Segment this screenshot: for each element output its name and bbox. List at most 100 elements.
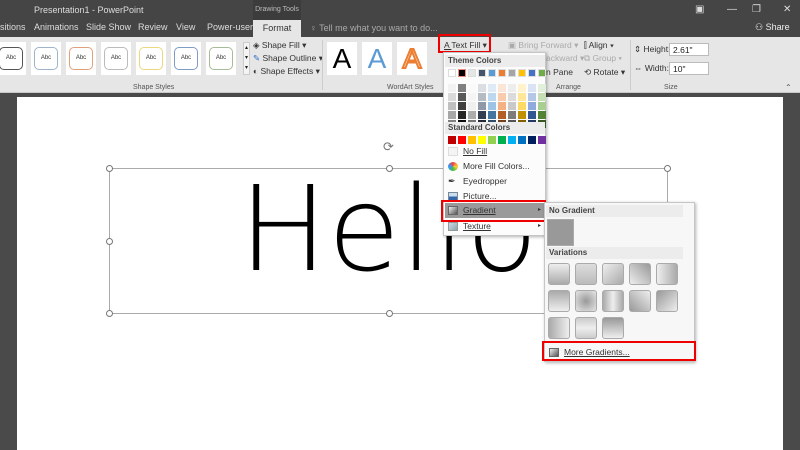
wordart-style-orange[interactable]: A xyxy=(397,42,427,75)
theme-color-swatch[interactable] xyxy=(468,69,476,77)
theme-color-swatch[interactable] xyxy=(518,69,526,77)
theme-color-swatch[interactable] xyxy=(528,84,536,92)
standard-color-swatch[interactable] xyxy=(468,136,476,144)
theme-color-swatch[interactable] xyxy=(528,111,536,119)
shape-style-thumb[interactable]: Abc xyxy=(101,42,131,75)
height-input[interactable]: 2.61" xyxy=(669,43,709,56)
gradient-variation-swatch[interactable] xyxy=(656,290,678,312)
theme-color-swatch[interactable] xyxy=(468,93,476,101)
close-icon[interactable]: ✕ xyxy=(783,4,791,15)
theme-color-swatch[interactable] xyxy=(478,111,486,119)
theme-color-swatch[interactable] xyxy=(508,111,516,119)
collapse-ribbon-icon[interactable]: ⌃ xyxy=(785,83,792,92)
standard-color-swatch[interactable] xyxy=(498,136,506,144)
gradient-variation-swatch[interactable] xyxy=(575,263,597,285)
theme-color-swatch[interactable] xyxy=(498,111,506,119)
theme-color-swatch[interactable] xyxy=(538,84,546,92)
theme-color-swatch[interactable] xyxy=(458,84,466,92)
tell-me-search[interactable]: ♀ Tell me what you want to do... xyxy=(310,23,438,33)
theme-color-swatch[interactable] xyxy=(468,102,476,110)
shape-effects-button[interactable]: ◐ Shape Effects ▾ xyxy=(253,66,320,77)
tab-animations[interactable]: Animations xyxy=(34,22,79,32)
theme-color-swatch[interactable] xyxy=(528,69,536,77)
width-input[interactable]: 10" xyxy=(669,62,709,75)
gradient-variation-swatch[interactable] xyxy=(575,317,597,339)
no-fill-item[interactable]: No Fill xyxy=(445,144,545,159)
minimize-icon[interactable]: — xyxy=(727,4,737,15)
theme-color-swatch[interactable] xyxy=(448,93,456,101)
standard-color-swatch[interactable] xyxy=(448,136,456,144)
gradient-variation-swatch[interactable] xyxy=(548,263,570,285)
theme-color-swatch[interactable] xyxy=(488,111,496,119)
theme-color-swatch[interactable] xyxy=(448,69,456,77)
gallery-scroll[interactable]: ▴ ▾ ▾ xyxy=(243,42,250,75)
shape-style-thumb[interactable]: Abc xyxy=(0,42,26,75)
resize-handle[interactable] xyxy=(386,310,393,317)
gradient-variation-swatch[interactable] xyxy=(656,263,678,285)
ribbon-display-icon[interactable]: ▣ xyxy=(695,4,704,15)
gradient-variation-swatch[interactable] xyxy=(548,317,570,339)
gradient-variation-swatch[interactable] xyxy=(602,263,624,285)
wordart-style-black[interactable]: A xyxy=(327,42,357,75)
theme-color-swatch[interactable] xyxy=(538,69,546,77)
shape-style-thumb[interactable]: Abc xyxy=(206,42,236,75)
more-fill-colors-item[interactable]: More Fill Colors... xyxy=(445,159,545,174)
theme-color-swatch[interactable] xyxy=(468,111,476,119)
eyedropper-item[interactable]: ✒ Eyedropper xyxy=(445,174,545,189)
share-button[interactable]: ⚇ Share xyxy=(755,22,790,33)
send-backward-button[interactable]: ackward ▾ xyxy=(546,53,584,64)
theme-color-swatch[interactable] xyxy=(508,102,516,110)
theme-color-swatch[interactable] xyxy=(488,69,496,77)
wordart-style-blue[interactable]: A xyxy=(362,42,392,75)
no-gradient-swatch[interactable] xyxy=(547,219,574,246)
tab-slide-show[interactable]: Slide Show xyxy=(86,22,131,32)
theme-color-swatch[interactable] xyxy=(448,102,456,110)
theme-color-swatch[interactable] xyxy=(508,93,516,101)
theme-color-swatch[interactable] xyxy=(538,102,546,110)
shape-outline-button[interactable]: ✎ Shape Outline ▾ xyxy=(253,53,323,64)
rotate-handle-icon[interactable]: ⟳ xyxy=(383,139,394,155)
theme-color-swatch[interactable] xyxy=(458,69,466,77)
theme-color-swatch[interactable] xyxy=(508,69,516,77)
theme-color-swatch[interactable] xyxy=(528,93,536,101)
theme-color-swatch[interactable] xyxy=(508,84,516,92)
theme-color-swatch[interactable] xyxy=(528,102,536,110)
align-button[interactable]: ⫿ Align ▾ xyxy=(584,40,614,51)
theme-color-swatch[interactable] xyxy=(518,84,526,92)
standard-color-swatch[interactable] xyxy=(488,136,496,144)
standard-color-swatch[interactable] xyxy=(458,136,466,144)
theme-color-swatch[interactable] xyxy=(518,102,526,110)
tab-power-user[interactable]: Power-user xyxy=(207,22,253,32)
theme-color-swatch[interactable] xyxy=(538,93,546,101)
theme-color-swatch[interactable] xyxy=(478,93,486,101)
tab-format[interactable]: Format xyxy=(253,20,301,37)
bring-forward-button[interactable]: ▣ Bring Forward ▾ xyxy=(508,40,578,51)
gradient-variation-swatch[interactable] xyxy=(548,290,570,312)
tab-transitions[interactable]: sitions xyxy=(0,22,26,32)
standard-color-swatch[interactable] xyxy=(518,136,526,144)
theme-color-swatch[interactable] xyxy=(478,84,486,92)
gradient-variation-swatch[interactable] xyxy=(629,290,651,312)
theme-color-swatch[interactable] xyxy=(468,84,476,92)
theme-color-swatch[interactable] xyxy=(458,111,466,119)
theme-color-swatch[interactable] xyxy=(448,84,456,92)
theme-color-swatch[interactable] xyxy=(478,102,486,110)
standard-color-swatch[interactable] xyxy=(528,136,536,144)
theme-color-swatch[interactable] xyxy=(488,84,496,92)
gradient-variation-swatch[interactable] xyxy=(602,317,624,339)
theme-color-swatch[interactable] xyxy=(488,93,496,101)
shape-style-thumb[interactable]: Abc xyxy=(66,42,96,75)
shape-style-thumb[interactable]: Abc xyxy=(31,42,61,75)
theme-color-swatch[interactable] xyxy=(498,84,506,92)
theme-color-swatch[interactable] xyxy=(458,93,466,101)
theme-color-swatch[interactable] xyxy=(448,111,456,119)
gradient-variation-swatch[interactable] xyxy=(629,263,651,285)
theme-color-swatch[interactable] xyxy=(518,111,526,119)
resize-handle[interactable] xyxy=(106,310,113,317)
selection-pane-button[interactable]: n Pane xyxy=(546,67,573,77)
standard-color-swatch[interactable] xyxy=(508,136,516,144)
maximize-icon[interactable]: ❐ xyxy=(752,4,761,15)
tab-view[interactable]: View xyxy=(176,22,195,32)
theme-color-swatch[interactable] xyxy=(538,111,546,119)
theme-color-swatch[interactable] xyxy=(458,102,466,110)
